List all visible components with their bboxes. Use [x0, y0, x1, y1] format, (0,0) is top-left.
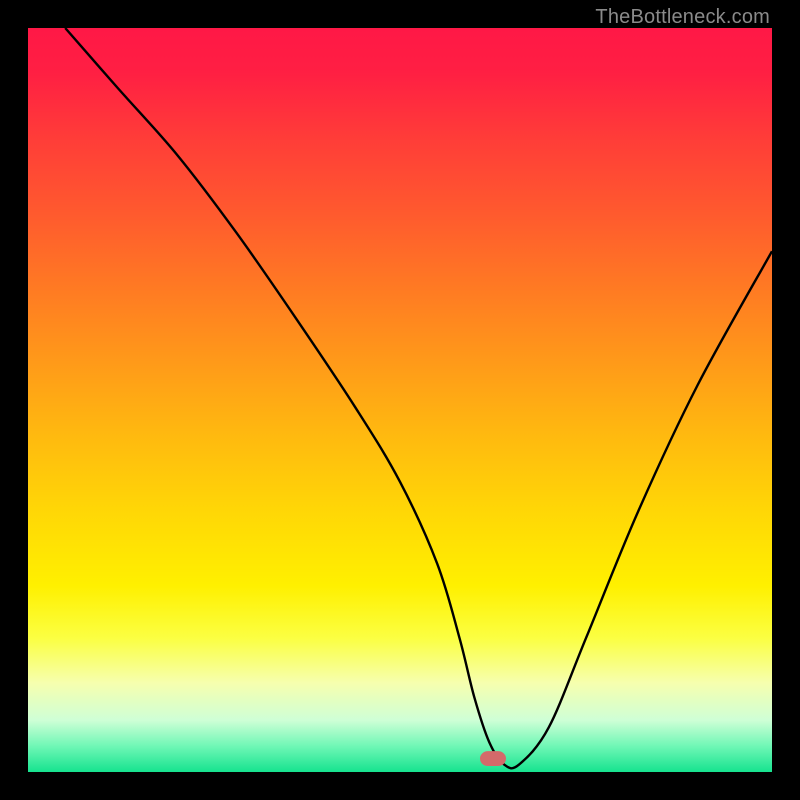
plot-area — [28, 28, 772, 772]
chart-container: TheBottleneck.com — [0, 0, 800, 800]
watermark-text: TheBottleneck.com — [595, 6, 770, 29]
gradient-background — [28, 28, 772, 772]
optimal-marker — [480, 751, 506, 766]
chart-svg — [28, 28, 772, 772]
